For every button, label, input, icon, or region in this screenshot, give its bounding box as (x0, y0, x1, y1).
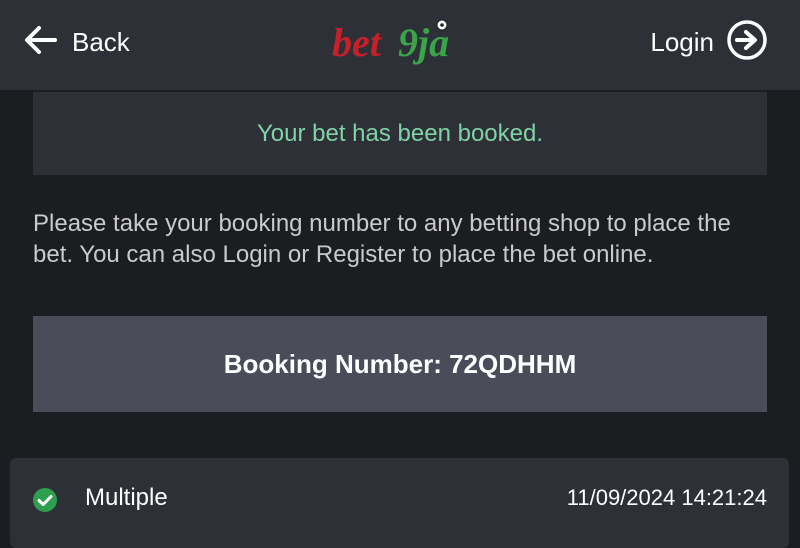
bet-datetime: 11/09/2024 14:21:24 (566, 485, 767, 510)
booking-number: Booking Number: 72QDHHM (223, 348, 577, 379)
top-header: Back bet 9ja Login (0, 0, 800, 90)
booking-confirmation-box: Your bet has been booked. (33, 92, 767, 175)
booking-confirmation-message: Your bet has been booked. (256, 119, 544, 147)
check-circle-icon (32, 487, 58, 518)
login-button[interactable]: Login (650, 19, 768, 66)
bet-summary-card[interactable]: Multiple 11/09/2024 14:21:24 (10, 458, 789, 548)
booking-number-box: Booking Number: 72QDHHM (33, 316, 767, 412)
login-arrow-icon (726, 19, 768, 66)
bet9ja-logo[interactable]: bet 9ja (332, 18, 472, 68)
login-label: Login (650, 26, 714, 57)
arrow-left-icon (24, 25, 58, 60)
back-label: Back (72, 26, 130, 57)
back-button[interactable]: Back (24, 22, 130, 62)
svg-text:bet: bet (332, 20, 383, 65)
bet-type-label: Multiple (85, 484, 168, 511)
booking-content: Your bet has been booked. Please take yo… (0, 90, 800, 445)
booking-instructions: Please take your booking number to any b… (33, 210, 731, 268)
